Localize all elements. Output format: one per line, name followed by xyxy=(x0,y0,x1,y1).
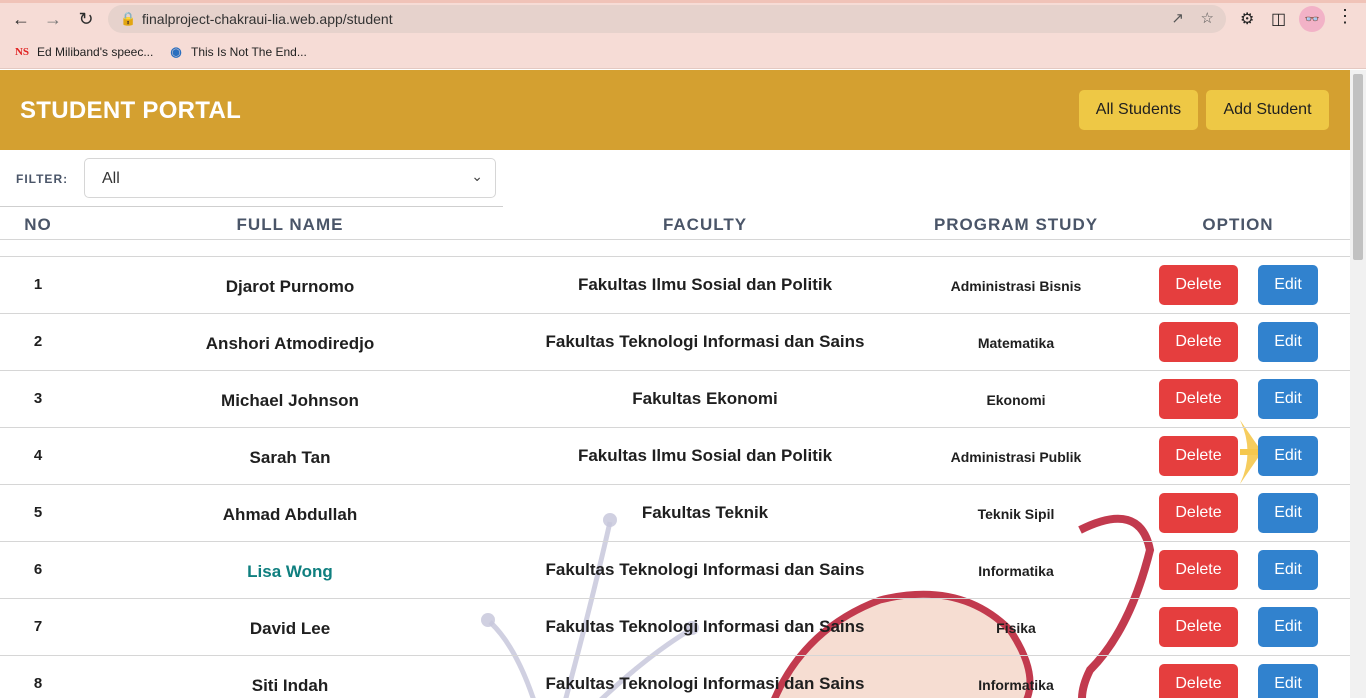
profile-avatar[interactable]: 👓 xyxy=(1299,6,1325,32)
faculty: Fakultas Teknologi Informasi dan Sains xyxy=(545,674,865,693)
add-student-button[interactable]: Add Student xyxy=(1206,90,1329,130)
all-students-button[interactable]: All Students xyxy=(1079,90,1198,130)
delete-button[interactable]: Delete xyxy=(1159,550,1238,590)
bookmark-label: This Is Not The End... xyxy=(191,45,307,59)
ns-logo-icon: NS xyxy=(14,46,30,58)
faculty: Fakultas Ilmu Sosial dan Politik xyxy=(577,446,833,465)
student-name: Michael Johnson xyxy=(221,391,359,410)
edit-button[interactable]: Edit xyxy=(1258,379,1318,419)
edit-button[interactable]: Edit xyxy=(1258,322,1318,362)
delete-button[interactable]: Delete xyxy=(1159,607,1238,647)
filter-selected-value: All xyxy=(102,170,120,187)
program-study: Administrasi Bisnis xyxy=(950,278,1082,294)
chevron-down-icon: ⌄ xyxy=(471,168,483,184)
address-bar[interactable]: 🔒 finalproject-chakraui-lia.web.app/stud… xyxy=(108,5,1226,33)
faculty: Fakultas Ilmu Sosial dan Politik xyxy=(577,275,833,294)
table-row: 8 Siti Indah Fakultas Teknologi Informas… xyxy=(0,655,1350,698)
filter-label: FILTER: xyxy=(16,172,69,186)
student-name: Ahmad Abdullah xyxy=(222,505,358,524)
column-header-full-name: FULL NAME xyxy=(236,215,344,234)
edit-button[interactable]: Edit xyxy=(1258,607,1318,647)
table-row: 6 Lisa Wong Fakultas Teknologi Informasi… xyxy=(0,541,1350,598)
edit-button[interactable]: Edit xyxy=(1258,265,1318,305)
student-name: Anshori Atmodiredjo xyxy=(205,334,375,353)
student-page: STUDENT PORTAL All Students Add Student … xyxy=(0,70,1350,698)
program-study: Informatika xyxy=(978,563,1054,579)
table-header: NO FULL NAME FACULTY PROGRAM STUDY OPTIO… xyxy=(0,207,1350,240)
table-row: 4 Sarah Tan Fakultas Ilmu Sosial dan Pol… xyxy=(0,427,1350,484)
bookmark-item-2[interactable]: ◉ This Is Not The End... xyxy=(168,44,307,60)
faculty: Fakultas Teknologi Informasi dan Sains xyxy=(545,617,865,636)
student-name: Djarot Purnomo xyxy=(225,277,355,296)
page-scrollbar[interactable] xyxy=(1350,70,1366,698)
column-header-option: OPTION xyxy=(1202,215,1274,234)
student-name-link[interactable]: Lisa Wong xyxy=(110,562,470,582)
lock-icon: 🔒 xyxy=(120,11,137,26)
back-arrow-icon[interactable]: ← xyxy=(10,8,32,30)
row-number: 2 xyxy=(33,333,43,350)
browser-toolbar: ← → ↻ 🔒 finalproject-chakraui-lia.web.ap… xyxy=(0,0,1366,38)
row-number: 6 xyxy=(33,561,43,578)
scrollbar-thumb[interactable] xyxy=(1353,74,1363,260)
edit-button[interactable]: Edit xyxy=(1258,436,1318,476)
program-study: Administrasi Publik xyxy=(950,449,1082,465)
program-study: Matematika xyxy=(977,335,1055,351)
student-name: David Lee xyxy=(249,619,331,638)
delete-button[interactable]: Delete xyxy=(1159,664,1238,698)
share-icon[interactable]: ↗ xyxy=(1171,9,1184,27)
browser-menu-icon[interactable]: ⋮ xyxy=(1336,6,1354,27)
program-study: Teknik Sipil xyxy=(977,506,1055,522)
delete-button[interactable]: Delete xyxy=(1159,436,1238,476)
column-header-faculty: FACULTY xyxy=(662,215,748,234)
filter-select[interactable]: All ⌄ xyxy=(84,158,496,198)
program-study: Informatika xyxy=(978,677,1054,693)
faculty: Fakultas Teknologi Informasi dan Sains xyxy=(545,332,865,351)
table-row: 3 Michael Johnson Fakultas Ekonomi Ekono… xyxy=(0,370,1350,427)
delete-button[interactable]: Delete xyxy=(1159,493,1238,533)
table-row: 1 Djarot Purnomo Fakultas Ilmu Sosial da… xyxy=(0,256,1350,313)
side-panel-icon[interactable]: ◫ xyxy=(1271,9,1286,29)
student-name: Sarah Tan xyxy=(249,448,331,467)
star-icon[interactable]: ☆ xyxy=(1201,9,1214,27)
row-number: 3 xyxy=(33,390,43,407)
forward-arrow-icon[interactable]: → xyxy=(42,8,64,30)
faculty: Fakultas Ekonomi xyxy=(632,389,778,408)
table-row: 2 Anshori Atmodiredjo Fakultas Teknologi… xyxy=(0,313,1350,370)
delete-button[interactable]: Delete xyxy=(1159,379,1238,419)
faculty: Fakultas Teknik xyxy=(641,503,769,522)
row-number: 7 xyxy=(33,618,43,635)
column-header-program-study: PROGRAM STUDY xyxy=(933,215,1099,234)
faculty: Fakultas Teknologi Informasi dan Sains xyxy=(545,560,865,579)
program-study: Ekonomi xyxy=(986,392,1046,408)
table-row: 7 David Lee Fakultas Teknologi Informasi… xyxy=(0,598,1350,655)
row-number: 5 xyxy=(33,504,43,521)
tab-strip xyxy=(0,0,1366,3)
column-header-no: NO xyxy=(24,215,52,234)
bookmark-item-1[interactable]: NS Ed Miliband's speec... xyxy=(14,44,153,60)
table-row: 5 Ahmad Abdullah Fakultas Teknik Teknik … xyxy=(0,484,1350,541)
blue-bookmark-icon: ◉ xyxy=(170,44,182,59)
delete-button[interactable]: Delete xyxy=(1159,322,1238,362)
row-number: 1 xyxy=(33,276,43,293)
row-number: 4 xyxy=(33,447,43,464)
bookmarks-bar: NS Ed Miliband's speec... ◉ This Is Not … xyxy=(0,38,1366,69)
program-study: Fisika xyxy=(996,620,1036,636)
brand-title: STUDENT PORTAL xyxy=(20,97,242,124)
edit-button[interactable]: Edit xyxy=(1258,493,1318,533)
extensions-puzzle-icon[interactable]: ⚙ xyxy=(1240,9,1254,29)
reload-icon[interactable]: ↻ xyxy=(75,8,97,30)
bookmark-label: Ed Miliband's speec... xyxy=(37,45,154,59)
student-name: Siti Indah xyxy=(251,676,329,695)
row-number: 8 xyxy=(33,675,43,692)
edit-button[interactable]: Edit xyxy=(1258,664,1318,698)
delete-button[interactable]: Delete xyxy=(1159,265,1238,305)
app-header: STUDENT PORTAL All Students Add Student xyxy=(0,70,1350,150)
edit-button[interactable]: Edit xyxy=(1258,550,1318,590)
url-text: finalproject-chakraui-lia.web.app/studen… xyxy=(142,11,393,27)
